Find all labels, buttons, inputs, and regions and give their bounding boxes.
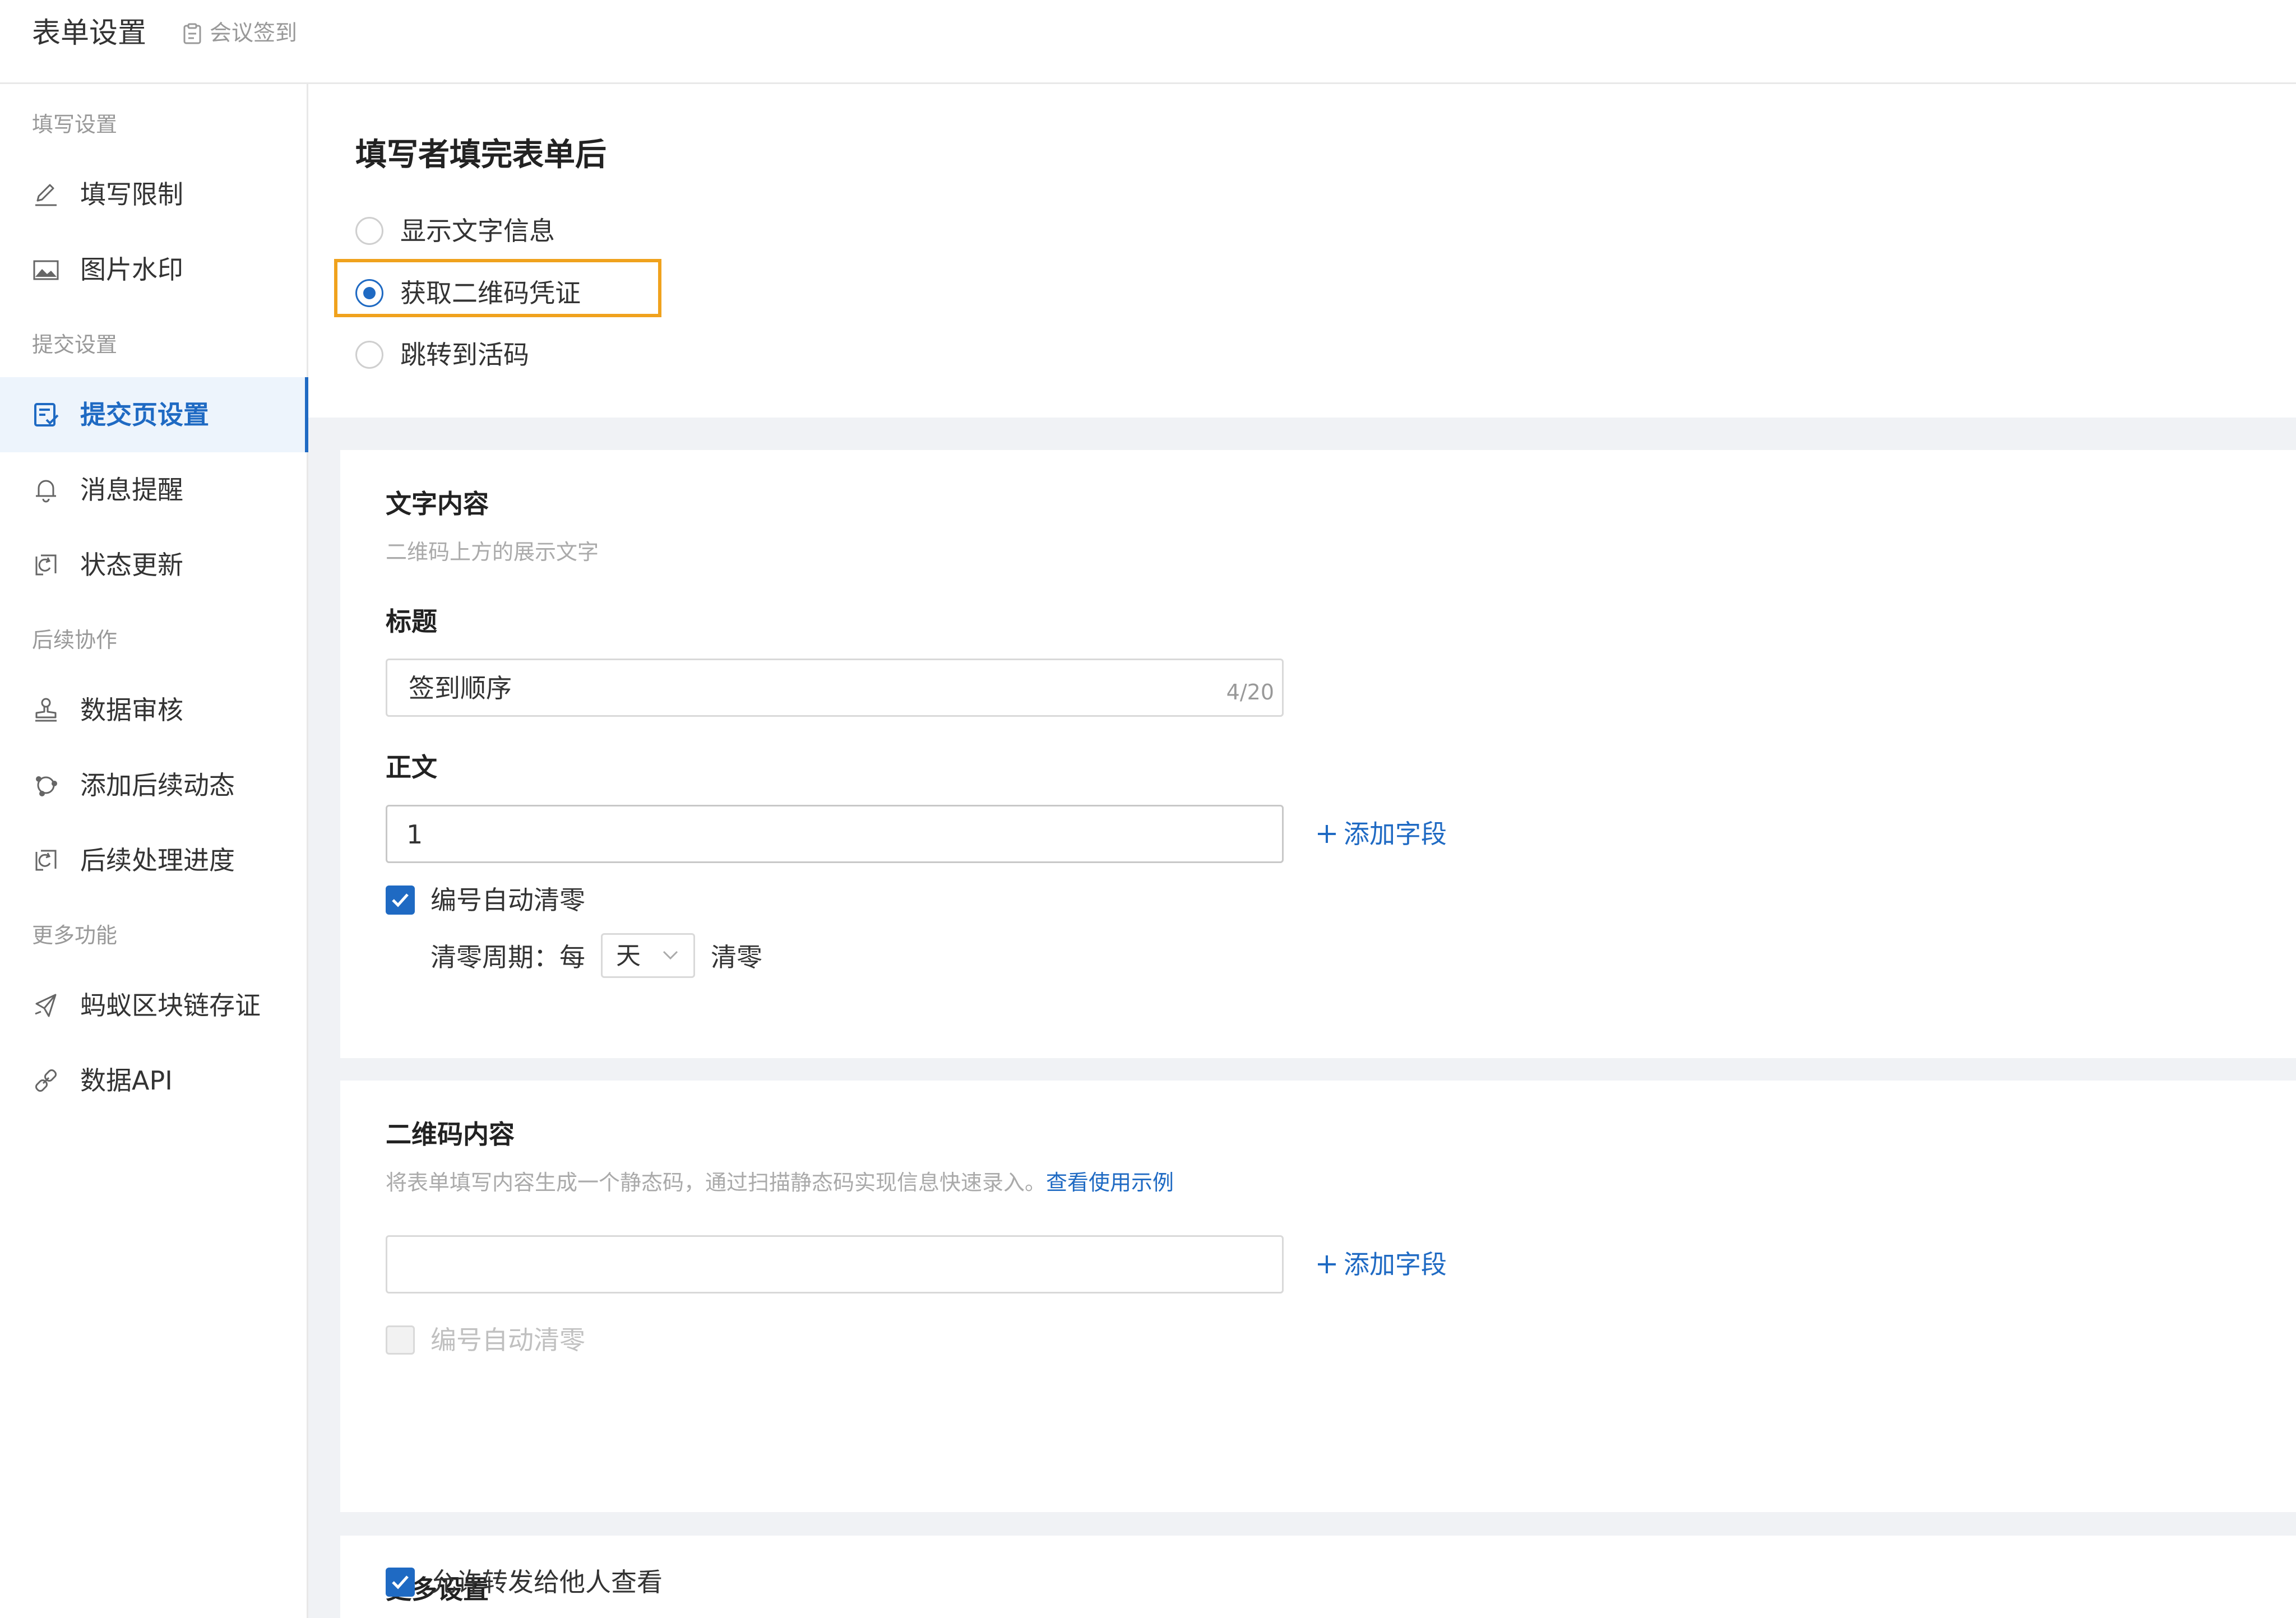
text-content-card: 文字内容 二维码上方的展示文字 标题 签到顺序 4/20 正文 1 添加字段 编… bbox=[340, 450, 2296, 1058]
sidebar-item-submit-page[interactable]: 提交页设置 bbox=[0, 377, 310, 452]
image-icon bbox=[32, 256, 60, 284]
sidebar-item-fill-limit[interactable]: 填写限制 bbox=[0, 157, 308, 232]
sidebar-item-data-api[interactable]: 数据API bbox=[0, 1043, 308, 1118]
sidebar-item-label: 图片水印 bbox=[80, 254, 183, 285]
page-title: 表单设置 bbox=[32, 17, 147, 50]
qr-content-card: 二维码内容 将表单填写内容生成一个静态码，通过扫描静态码实现信息快速录入。查看使… bbox=[340, 1081, 2296, 1512]
qr-auto-reset-label: 编号自动清零 bbox=[430, 1325, 585, 1355]
progress-icon bbox=[32, 846, 60, 874]
sidebar-item-status-update[interactable]: 状态更新 bbox=[0, 527, 308, 602]
allow-forward-checkbox-row[interactable]: 允许转发给他人查看 bbox=[386, 1563, 663, 1602]
radio-label: 获取二维码凭证 bbox=[400, 278, 581, 308]
plus-icon bbox=[1316, 1253, 1338, 1276]
sidebar-item-label: 消息提醒 bbox=[80, 475, 183, 505]
after-submit-heading: 填写者填完表单后 bbox=[355, 137, 607, 173]
checkbox-checked[interactable] bbox=[386, 1568, 415, 1597]
title-char-count: 4/20 bbox=[1226, 680, 1274, 704]
checkbox-checked[interactable] bbox=[386, 886, 415, 915]
radio-button[interactable] bbox=[355, 341, 383, 369]
sidebar-group-fill: 填写设置 bbox=[32, 112, 118, 137]
period-select[interactable]: 天 bbox=[601, 933, 695, 978]
chevron-down-icon bbox=[662, 949, 679, 961]
link-icon bbox=[32, 1067, 60, 1095]
top-header: 表单设置 会议签到 bbox=[0, 0, 2296, 84]
view-example-link[interactable]: 查看使用示例 bbox=[1046, 1170, 1174, 1195]
sidebar-item-label: 数据审核 bbox=[80, 695, 183, 725]
qr-auto-reset-checkbox-row[interactable]: 编号自动清零 bbox=[386, 1320, 585, 1360]
radio-show-text[interactable]: 显示文字信息 bbox=[355, 208, 555, 253]
sidebar-item-label: 后续处理进度 bbox=[80, 845, 235, 875]
share-icon bbox=[32, 771, 60, 799]
period-suffix: 清零 bbox=[711, 942, 762, 972]
sidebar-item-label: 数据API bbox=[80, 1065, 173, 1096]
sidebar-item-data-review[interactable]: 数据审核 bbox=[0, 673, 308, 748]
add-field-label: 添加字段 bbox=[1344, 819, 1447, 849]
qr-desc-text: 将表单填写内容生成一个静态码，通过扫描静态码实现信息快速录入。 bbox=[386, 1170, 1047, 1195]
qr-content-desc: 将表单填写内容生成一个静态码，通过扫描静态码实现信息快速录入。查看使用示例 bbox=[386, 1169, 1174, 1197]
checkbox-disabled[interactable] bbox=[386, 1325, 415, 1355]
sidebar-item-label: 添加后续动态 bbox=[80, 770, 235, 800]
radio-label: 跳转到活码 bbox=[400, 340, 529, 370]
sidebar-item-label: 提交页设置 bbox=[80, 400, 209, 430]
title-input-value: 签到顺序 bbox=[409, 673, 512, 703]
radio-jump-live-code[interactable]: 跳转到活码 bbox=[355, 332, 529, 377]
title-input[interactable]: 签到顺序 4/20 bbox=[386, 659, 1284, 717]
body-input[interactable]: 1 bbox=[386, 805, 1284, 863]
qr-add-field-button[interactable]: 添加字段 bbox=[1316, 1248, 1447, 1281]
radio-label: 显示文字信息 bbox=[400, 216, 555, 246]
text-content-title: 文字内容 bbox=[386, 489, 489, 519]
pen-icon bbox=[32, 180, 60, 208]
title-field-label: 标题 bbox=[386, 606, 437, 637]
bell-icon bbox=[32, 476, 60, 504]
sidebar-item-label: 填写限制 bbox=[80, 179, 183, 210]
qr-content-input[interactable] bbox=[386, 1235, 1284, 1294]
allow-forward-label: 允许转发给他人查看 bbox=[430, 1567, 663, 1597]
radio-button[interactable] bbox=[355, 217, 383, 245]
body-field-label: 正文 bbox=[386, 752, 437, 782]
plus-icon bbox=[1316, 823, 1338, 845]
sidebar-item-followup-progress[interactable]: 后续处理进度 bbox=[0, 823, 308, 898]
breadcrumb[interactable]: 会议签到 bbox=[183, 20, 297, 48]
sidebar-item-label: 状态更新 bbox=[80, 550, 183, 580]
auto-reset-checkbox-row[interactable]: 编号自动清零 bbox=[386, 880, 585, 920]
auto-reset-label: 编号自动清零 bbox=[430, 885, 585, 915]
period-prefix: 清零周期：每 bbox=[430, 942, 585, 972]
refresh-icon bbox=[32, 551, 60, 579]
sidebar-group-collab: 后续协作 bbox=[32, 628, 118, 652]
sidebar-item-blockchain[interactable]: 蚂蚁区块链存证 bbox=[0, 968, 308, 1043]
add-field-button[interactable]: 添加字段 bbox=[1316, 818, 1447, 850]
qr-content-title: 二维码内容 bbox=[386, 1119, 515, 1149]
radio-button-selected[interactable] bbox=[355, 279, 383, 307]
blockchain-icon bbox=[32, 991, 60, 1019]
sidebar-group-more: 更多功能 bbox=[32, 923, 118, 948]
add-field-label: 添加字段 bbox=[1344, 1249, 1447, 1279]
breadcrumb-label: 会议签到 bbox=[210, 21, 298, 46]
reset-period-row: 清零周期：每 天 清零 bbox=[430, 933, 762, 978]
sidebar-item-message-reminder[interactable]: 消息提醒 bbox=[0, 452, 308, 527]
stamp-icon bbox=[32, 696, 60, 724]
sidebar-item-add-followup[interactable]: 添加后续动态 bbox=[0, 748, 308, 823]
sidebar-group-submit: 提交设置 bbox=[32, 332, 118, 357]
sidebar-item-label: 蚂蚁区块链存证 bbox=[80, 990, 261, 1021]
form-icon bbox=[183, 23, 202, 44]
main-content: 填写者填完表单后 显示文字信息 获取二维码凭证 跳转到活码 文字内容 二维码上方… bbox=[308, 84, 2296, 1618]
sidebar: 填写设置 填写限制 图片水印 提交设置 提交页设置 消息提醒 状态更新 后续协作 bbox=[0, 84, 310, 1618]
submit-page-icon bbox=[32, 401, 60, 429]
radio-get-qr-code[interactable]: 获取二维码凭证 bbox=[355, 271, 581, 316]
period-select-value: 天 bbox=[616, 942, 641, 970]
sidebar-item-image-watermark[interactable]: 图片水印 bbox=[0, 232, 308, 307]
after-submit-section: 填写者填完表单后 显示文字信息 获取二维码凭证 跳转到活码 bbox=[308, 84, 2296, 418]
body-input-value: 1 bbox=[406, 819, 423, 850]
text-content-desc: 二维码上方的展示文字 bbox=[386, 540, 599, 564]
